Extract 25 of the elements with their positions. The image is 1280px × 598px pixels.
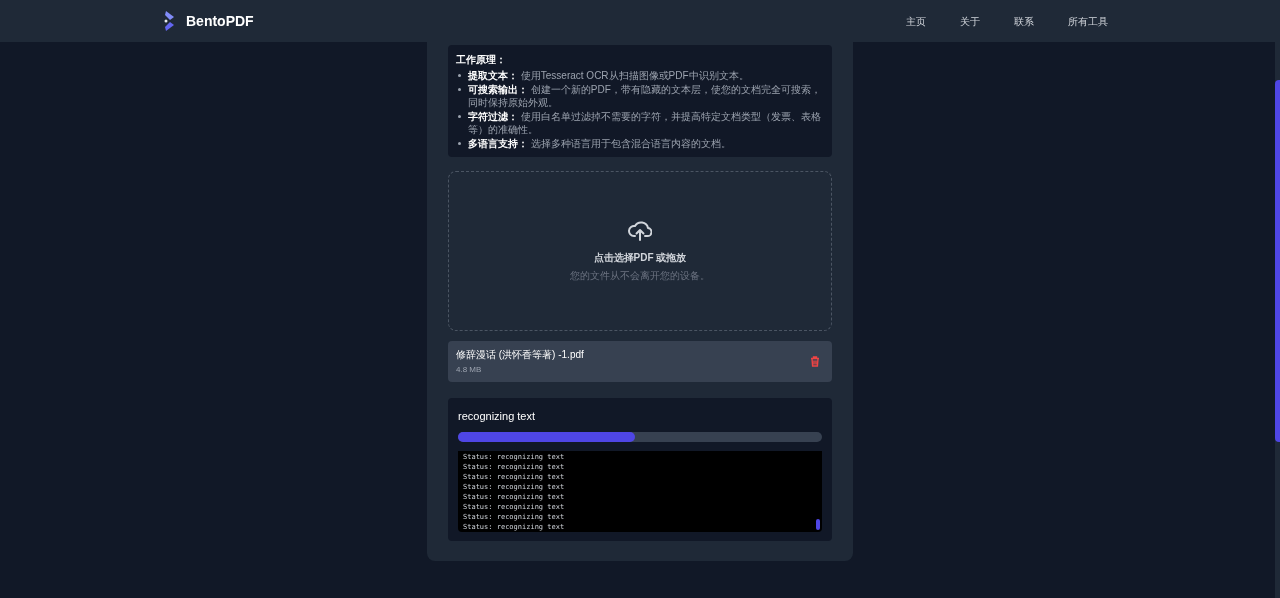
status-text: recognizing text (458, 409, 537, 424)
info-item: 字符过滤： 使用白名单过滤掉不需要的字符，并提高特定文档类型（发票、表格等）的准确性。 (468, 110, 822, 136)
drop-title: 点击选择PDF 或拖放 (593, 251, 687, 265)
scrollbar-thumb[interactable] (1275, 80, 1280, 442)
upload-icon (628, 219, 652, 241)
bullet-icon (458, 88, 461, 91)
info-item: 提取文本： 使用Tesseract OCR从扫描图像或PDF中识别文本。 (468, 69, 749, 82)
bullet-icon (458, 74, 461, 77)
info-item: 可搜索输出： 创建一个新的PDF，带有隐藏的文本层，使您的文档完全可搜索，同时保持原始外观。 (468, 83, 822, 109)
trash-icon[interactable] (810, 356, 820, 367)
info-item: 多语言支持： 选择多种语言用于包含混合语言内容的文档。 (468, 137, 731, 150)
bullet-icon (458, 142, 461, 145)
bullet-icon (458, 115, 461, 118)
drop-zone[interactable]: 点击选择PDF 或拖放 您的文件从不会离开您的设备。 (448, 171, 832, 331)
nav-link[interactable]: 所有工具 (1068, 13, 1108, 29)
nav-link[interactable]: 主页 (906, 13, 926, 29)
scrollbar-thumb[interactable] (816, 518, 820, 530)
drop-subtitle: 您的文件从不会离开您的设备。 (570, 269, 710, 283)
nav-link[interactable]: 联系 (1014, 13, 1034, 29)
logo-icon (164, 11, 176, 31)
nav-link[interactable]: 关于 (960, 13, 980, 29)
info-title: 工作原理： (456, 53, 507, 67)
file-size: 4.8 MB (456, 364, 483, 376)
brand-name[interactable]: BentoPDF (186, 10, 254, 32)
file-name: 修辞漫话 (洪怀香等著) -1.pdf (456, 348, 584, 362)
